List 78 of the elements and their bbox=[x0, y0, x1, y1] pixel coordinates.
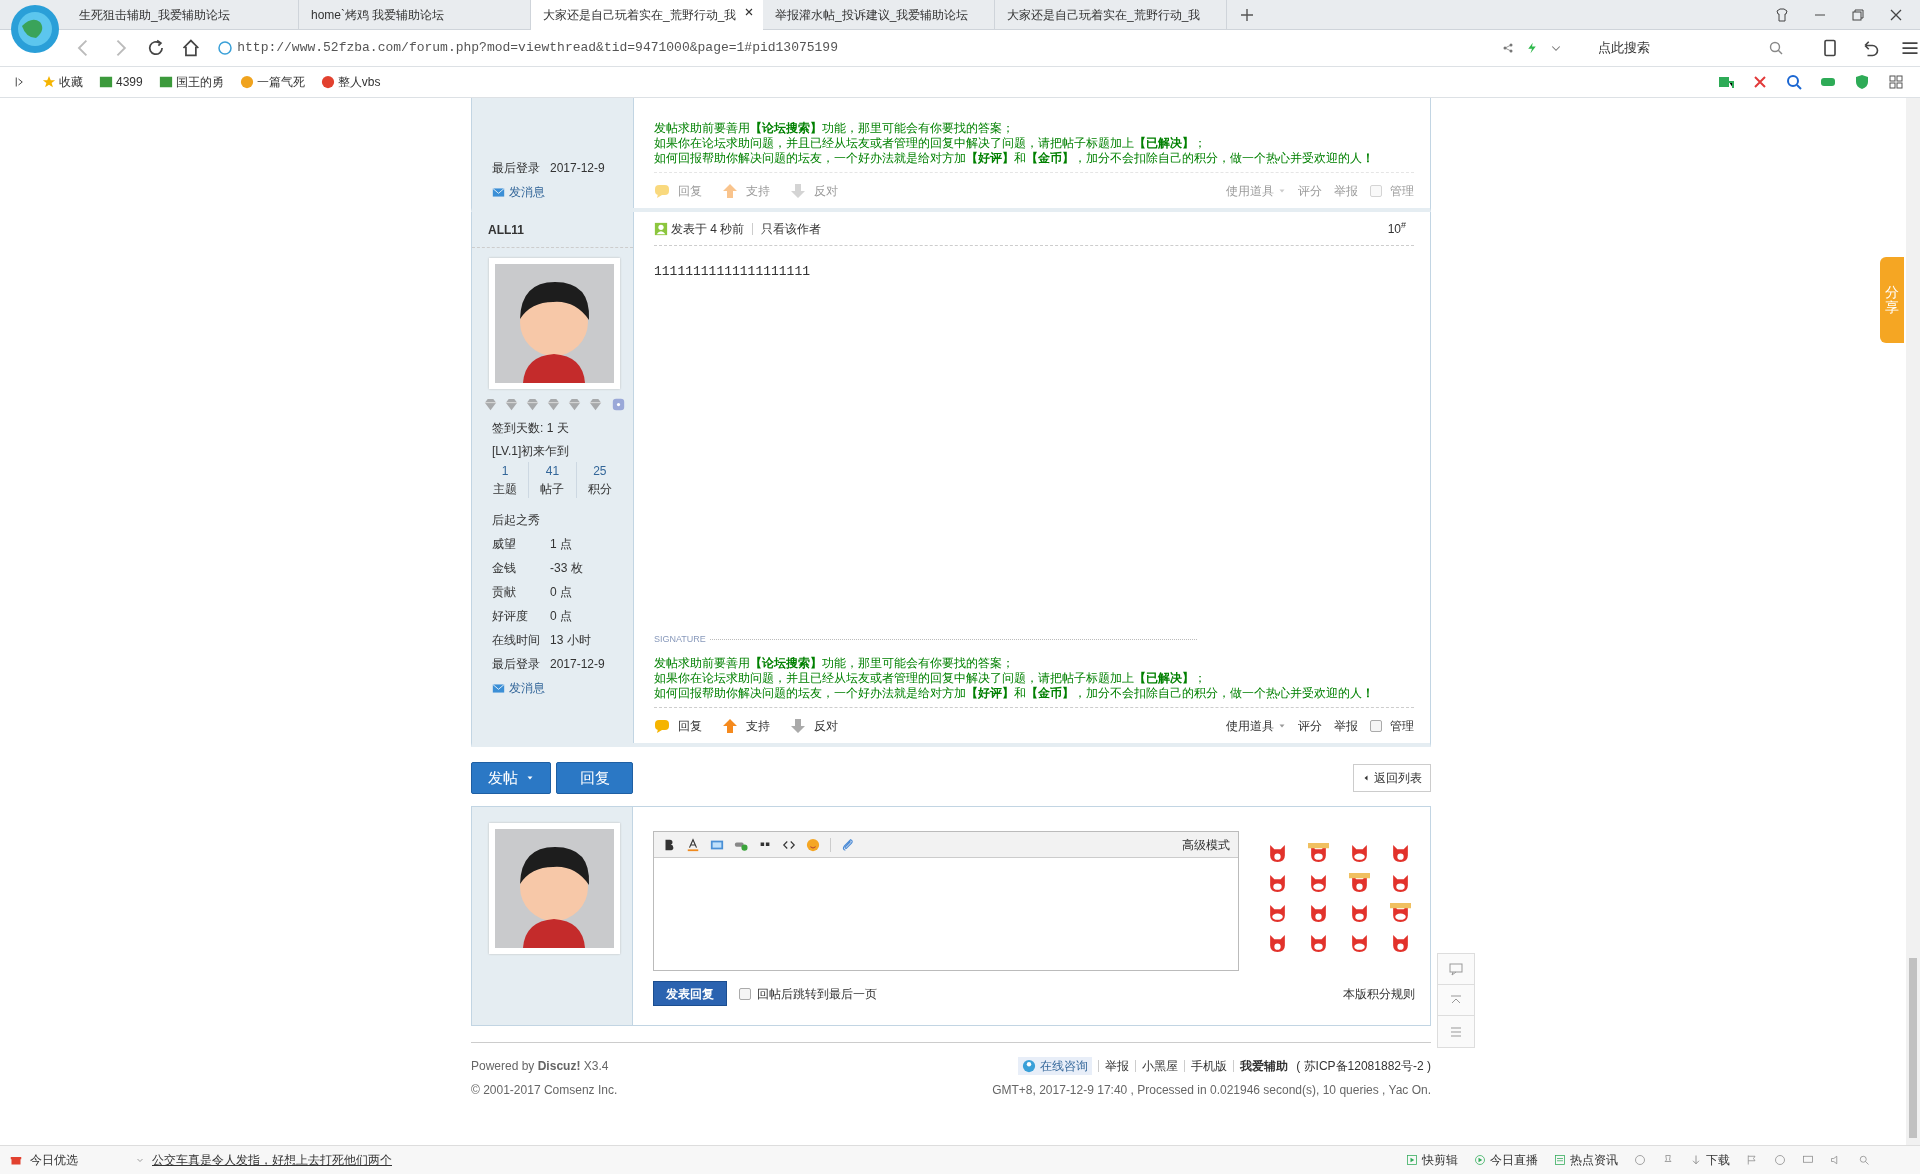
floor-number[interactable]: 10$^{#}$ bbox=[1387, 219, 1414, 238]
stat-label: 帖子 bbox=[540, 481, 565, 498]
checkbox-label: 回帖后跳转到最后一页 bbox=[757, 985, 877, 1003]
status-bar-item[interactable]: 今日直播 bbox=[1474, 1151, 1538, 1169]
signature-line: 发帖求助前要善用【论坛搜索】功能，那里可能会有你要找的答案； bbox=[654, 121, 1015, 136]
profile-value: 2017-12-9 bbox=[550, 160, 605, 177]
status-bar-item[interactable]: 下载 bbox=[1690, 1151, 1730, 1169]
post-action-link[interactable]: 举报 bbox=[1334, 716, 1358, 735]
status-label[interactable]: 今日优选 bbox=[30, 1151, 78, 1169]
profile-label: 威望 bbox=[492, 536, 517, 553]
news-link[interactable]: 公交车真是令人发指，好想上去打死他们两个 bbox=[152, 1151, 392, 1169]
profile-label: 贡献 bbox=[492, 584, 517, 601]
post-action-link[interactable]: 反对 bbox=[790, 716, 838, 735]
send-message-link[interactable]: 发消息 bbox=[492, 676, 613, 700]
profile-value: -33 枚 bbox=[550, 560, 583, 577]
author-name[interactable]: ALL11 bbox=[488, 220, 524, 239]
stat-label: 积分 bbox=[587, 481, 612, 498]
powered-by-text: Powered by Discuz! X3.4 bbox=[471, 1058, 610, 1075]
post-body: 11111111111111111111 bbox=[654, 263, 812, 281]
bookmark[interactable]: 整人vbs bbox=[320, 73, 381, 91]
bookmark[interactable]: 收藏 bbox=[42, 73, 83, 91]
profile-value: 1 点 bbox=[550, 536, 572, 553]
stat-value[interactable]: 1 bbox=[501, 462, 509, 480]
checkbox-label: 管理 bbox=[1390, 717, 1414, 735]
browser-tab[interactable]: 大家还是自己玩着实在_荒野行动_我 bbox=[531, 0, 763, 30]
signature-line: 发帖求助前要善用【论坛搜索】功能，那里可能会有你要找的答案； bbox=[654, 656, 1015, 671]
back-to-list-button[interactable]: 返回列表 bbox=[1353, 764, 1431, 792]
profile-value: 13 小时 bbox=[550, 632, 591, 649]
advanced-mode-link[interactable]: 高级模式 bbox=[1182, 835, 1230, 854]
signature-line: 如何回报帮助你解决问题的坛友，一个好办法就是给对方加【好评】和【金币】，加分不会扣除自己的积分，做一个热心并受欢迎的人！ bbox=[654, 151, 1375, 166]
processing-stats: GMT+8, 2017-12-9 17:40 , Processed in 0.021946 second(s), 10 queries , Yac On. bbox=[992, 1082, 1431, 1099]
profile-value: 2017-12-9 bbox=[550, 656, 605, 673]
credit-rules-link[interactable]: 本版积分规则 bbox=[1343, 984, 1415, 1003]
bookmark[interactable]: 国王的勇 bbox=[158, 73, 224, 91]
stat-label: 主题 bbox=[493, 481, 518, 498]
footer-link[interactable]: 我爱辅助 bbox=[1240, 1057, 1289, 1075]
signature-label: SIGNATURE bbox=[654, 632, 706, 646]
footer-link[interactable]: 手机版 bbox=[1191, 1057, 1228, 1075]
online-consult-button[interactable]: 在线咨询 bbox=[1018, 1057, 1093, 1075]
profile-label: 在线时间 bbox=[492, 632, 541, 649]
profile-label: 最后登录 bbox=[492, 656, 541, 673]
new-post-button[interactable]: 发帖 bbox=[471, 762, 551, 794]
submit-reply-button[interactable]: 发表回复 bbox=[653, 981, 727, 1006]
status-bar-item[interactable]: 热点资讯 bbox=[1554, 1151, 1618, 1169]
icp-link[interactable]: ( 苏ICP备12081882号-2 ) bbox=[1296, 1057, 1431, 1075]
footer-link[interactable]: 小黑屋 bbox=[1142, 1057, 1179, 1075]
user-rank: 后起之秀 bbox=[492, 512, 541, 529]
profile-value: 0 点 bbox=[550, 608, 572, 625]
tools-dropdown[interactable]: 使用道具 bbox=[1226, 716, 1286, 735]
checkbox-label: 管理 bbox=[1390, 182, 1414, 200]
send-message-link[interactable]: 发消息 bbox=[492, 180, 613, 204]
post-action-link[interactable]: 评分 bbox=[1298, 716, 1322, 735]
signature-line: 如果你在论坛求助问题，并且已经从坛友或者管理的回复中解决了问题，请把帖子标题加上【已解决】； bbox=[654, 136, 1207, 151]
signature-line: 如何回报帮助你解决问题的坛友，一个好办法就是给对方加【好评】和【金币】，加分不会扣除自己的积分，做一个热心并受欢迎的人！ bbox=[654, 686, 1375, 701]
browser-tab[interactable]: 举报灌水帖_投诉建议_我爱辅助论坛 bbox=[763, 0, 995, 30]
browser-tab[interactable]: 生死狙击辅助_我爱辅助论坛 bbox=[67, 0, 299, 30]
post-action-link[interactable]: 回复 bbox=[654, 716, 702, 735]
author-only-link[interactable]: 只看该作者 bbox=[761, 219, 822, 238]
post-action-link[interactable]: 支持 bbox=[722, 716, 770, 735]
browser-tab[interactable]: 大家还是自己玩着实在_荒野行动_我 bbox=[995, 0, 1227, 30]
checkin-days: 签到天数: 1 天 bbox=[492, 416, 613, 440]
copyright-text: © 2001-2017 Comsenz Inc. bbox=[471, 1082, 618, 1099]
search-field[interactable]: 点此搜索 bbox=[1589, 35, 1788, 61]
user-level: [LV.1]初来乍到 bbox=[492, 443, 571, 460]
status-bar-item[interactable]: 快剪辑 bbox=[1406, 1151, 1458, 1169]
profile-label: 好评度 bbox=[492, 608, 529, 625]
stat-value[interactable]: 25 bbox=[593, 462, 607, 480]
post-time: 发表于 4 秒前 bbox=[671, 220, 745, 238]
bookmark[interactable]: 一篇气死 bbox=[239, 73, 305, 91]
profile-label: 金钱 bbox=[492, 560, 517, 577]
footer-link[interactable]: 举报 bbox=[1105, 1057, 1130, 1075]
signature-line: 如果你在论坛求助问题，并且已经从坛友或者管理的回复中解决了问题，请把帖子标题加上【已解决】； bbox=[654, 671, 1207, 686]
stat-value[interactable]: 41 bbox=[545, 462, 560, 480]
address-field[interactable]: http://www.52fzba.com/forum.php?mod=viewthread&tid=9471000&page=1#pid13075199 bbox=[237, 38, 838, 58]
reply-button[interactable]: 回复 bbox=[556, 762, 633, 794]
profile-value: 0 点 bbox=[550, 584, 572, 601]
bookmark[interactable]: 4399 bbox=[99, 73, 143, 91]
profile-label: 最后登录 bbox=[492, 160, 541, 177]
